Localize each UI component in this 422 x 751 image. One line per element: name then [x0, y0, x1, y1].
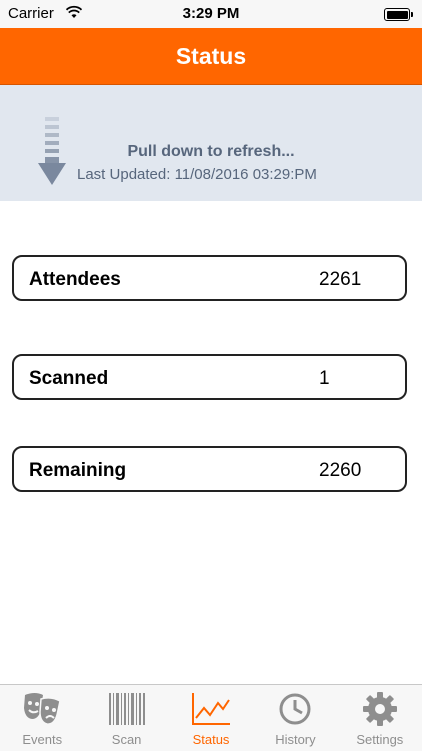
attendees-value: 2261 [319, 269, 362, 290]
attendees-label: Attendees [29, 269, 121, 290]
scanned-value: 1 [319, 368, 330, 389]
tab-events[interactable]: Events [0, 685, 84, 751]
gear-icon [362, 692, 397, 726]
pull-text-label: Pull down to refresh... [127, 143, 295, 160]
battery-icon [384, 8, 413, 21]
pull-to-refresh-text: Pull down to refresh... [0, 143, 422, 161]
status-bar: Carrier 3:29 PM [0, 0, 422, 28]
tab-history-label: History [275, 732, 316, 747]
nav-bar: Status [0, 28, 422, 85]
page-title: Status [175, 42, 247, 69]
tab-scan[interactable]: Scan [84, 685, 168, 751]
tab-status-label: Status [192, 732, 230, 747]
remaining-value: 2260 [319, 460, 362, 481]
remaining-stat-box: Remaining 2260 [12, 446, 407, 492]
pull-to-refresh-area[interactable]: Pull down to refresh... Last Updated: 11… [0, 85, 422, 201]
clock-icon [279, 693, 311, 725]
scanned-label: Scanned [29, 368, 109, 389]
last-updated-text: Last Updated: 11/08/2016 03:29:PM [77, 166, 317, 183]
tab-settings[interactable]: Settings [338, 685, 422, 751]
tab-scan-label: Scan [111, 732, 142, 747]
clock-time: 3:29 PM [182, 5, 240, 22]
tab-settings-label: Settings [356, 732, 404, 747]
attendees-stat-box: Attendees 2261 [12, 255, 407, 301]
theater-masks-icon [24, 693, 62, 725]
tab-status[interactable]: Status [169, 685, 253, 751]
barcode-icon [108, 693, 145, 725]
line-chart-icon [192, 693, 231, 725]
tab-events-label: Events [22, 732, 63, 747]
scanned-stat-box: Scanned 1 [12, 354, 407, 400]
tab-bar: Events Scan Status History Settings [0, 684, 422, 751]
tab-history[interactable]: History [253, 685, 337, 751]
remaining-label: Remaining [29, 460, 127, 481]
